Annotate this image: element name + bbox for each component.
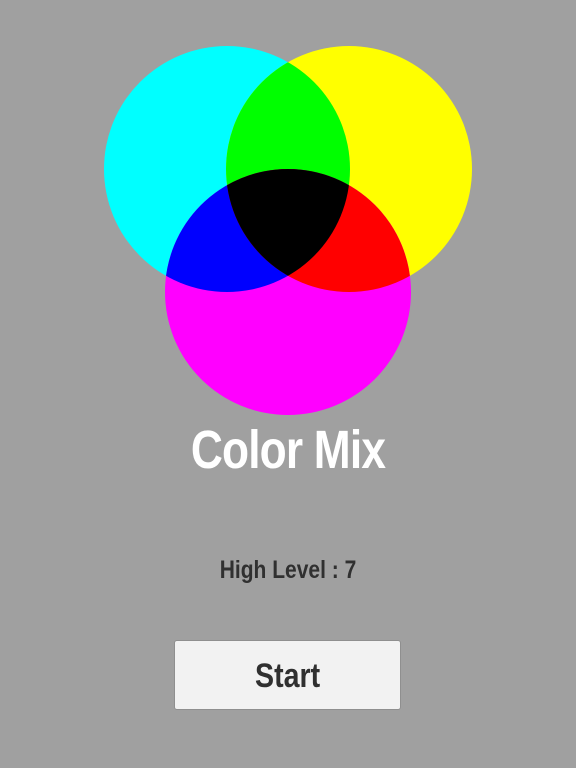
start-button[interactable]: Start — [174, 640, 401, 710]
game-title: Color Mix — [190, 420, 386, 480]
title-screen: Color Mix High Level : 7 Start — [0, 0, 576, 768]
start-button-label: Start — [255, 657, 321, 695]
high-level-text: High Level : 7 — [219, 556, 357, 584]
